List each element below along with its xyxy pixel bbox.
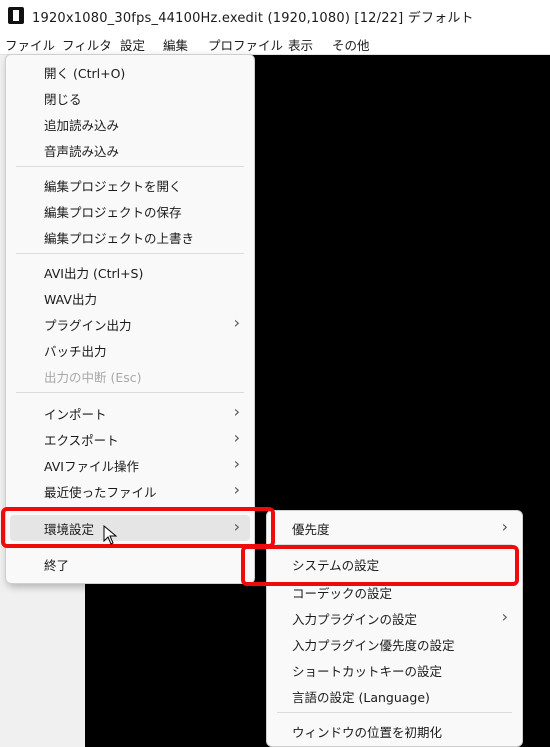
file-menu: 開く (Ctrl+O) 閉じる 追加読み込み 音声読み込み 編集プロジェクトを開… <box>5 54 255 584</box>
menu-separator <box>277 712 512 713</box>
menu-file[interactable]: ファイル <box>5 35 55 54</box>
menu-item-batch-output[interactable]: バッチ出力 <box>6 337 254 363</box>
menu-item-label: 編集プロジェクトの保存 <box>44 205 182 220</box>
menu-item-label: AVIファイル操作 <box>44 459 139 474</box>
menu-item-reset-window-position[interactable]: ウィンドウの位置を初期化 <box>267 718 522 744</box>
chevron-right-icon: › <box>233 428 240 447</box>
menu-item-save-project[interactable]: 編集プロジェクトの保存 <box>6 198 254 224</box>
menu-view[interactable]: 表示 <box>288 35 313 54</box>
menu-item-language-settings[interactable]: 言語の設定 (Language) <box>267 683 522 709</box>
chevron-right-icon: › <box>501 517 508 536</box>
menu-separator <box>16 166 244 167</box>
menu-item-label: ウィンドウの位置を初期化 <box>292 725 443 740</box>
menu-item-label: 終了 <box>44 558 70 573</box>
menu-item-open-project[interactable]: 編集プロジェクトを開く <box>6 172 254 198</box>
menu-other[interactable]: その他 <box>332 35 370 54</box>
menu-bar: ファイル フィルタ 設定 編集 プロファイル 表示 その他 <box>0 32 550 55</box>
menu-item-label: WAV出力 <box>44 292 97 307</box>
menu-item-recent-files[interactable]: 最近使ったファイル › <box>6 478 254 504</box>
menu-item-label: 出力の中断 (Esc) <box>44 370 142 385</box>
menu-settings[interactable]: 設定 <box>120 35 145 54</box>
app-icon <box>8 7 24 24</box>
menu-item-priority[interactable]: 優先度 › <box>267 515 522 541</box>
menu-item-open[interactable]: 開く (Ctrl+O) <box>6 59 254 85</box>
menu-separator <box>16 392 244 393</box>
menu-item-label: 入力プラグインの設定 <box>292 612 418 627</box>
menu-item-label: インポート <box>44 407 107 422</box>
menu-item-label: 追加読み込み <box>44 118 120 133</box>
menu-item-avi-file-ops[interactable]: AVIファイル操作 › <box>6 452 254 478</box>
menu-item-exit[interactable]: 終了 <box>6 551 254 577</box>
menu-item-label: 編集プロジェクトの上書き <box>44 231 195 246</box>
menu-item-input-plugin-priority[interactable]: 入力プラグイン優先度の設定 <box>267 631 522 657</box>
menu-item-abort-output: 出力の中断 (Esc) <box>6 363 254 389</box>
chevron-right-icon: › <box>233 402 240 421</box>
menu-profile[interactable]: プロファイル <box>208 35 283 54</box>
menu-item-wav-output[interactable]: WAV出力 <box>6 285 254 311</box>
window-title: 1920x1080_30fps_44100Hz.exedit (1920,108… <box>32 11 474 26</box>
menu-item-label: エクスポート <box>44 433 119 448</box>
chevron-right-icon: › <box>233 480 240 499</box>
menu-separator <box>16 253 244 254</box>
menu-item-label: 言語の設定 (Language) <box>292 690 430 705</box>
menu-item-label: 閉じる <box>44 92 82 107</box>
menu-item-close[interactable]: 閉じる <box>6 85 254 111</box>
menu-item-plugin-output[interactable]: プラグイン出力 › <box>6 311 254 337</box>
menu-item-import[interactable]: インポート › <box>6 400 254 426</box>
menu-item-audio-load[interactable]: 音声読み込み <box>6 137 254 163</box>
menu-item-append-load[interactable]: 追加読み込み <box>6 111 254 137</box>
chevron-right-icon: › <box>233 454 240 473</box>
chevron-right-icon: › <box>233 313 240 332</box>
title-bar: 1920x1080_30fps_44100Hz.exedit (1920,108… <box>0 0 550 30</box>
menu-item-label: バッチ出力 <box>44 344 107 359</box>
highlight-box-environment-settings <box>1 507 275 548</box>
menu-item-label: 編集プロジェクトを開く <box>44 179 182 194</box>
mouse-cursor-icon <box>103 525 118 545</box>
menu-item-shortcut-settings[interactable]: ショートカットキーの設定 <box>267 657 522 683</box>
menu-item-label: 開く (Ctrl+O) <box>44 66 126 81</box>
menu-item-input-plugin-settings[interactable]: 入力プラグインの設定 › <box>267 605 522 631</box>
menu-item-overwrite-project[interactable]: 編集プロジェクトの上書き <box>6 224 254 250</box>
menu-item-label: 入力プラグイン優先度の設定 <box>292 638 455 653</box>
menu-item-export[interactable]: エクスポート › <box>6 426 254 452</box>
menu-item-avi-output[interactable]: AVI出力 (Ctrl+S) <box>6 259 254 285</box>
highlight-box-system-settings <box>241 545 519 586</box>
chevron-right-icon: › <box>501 607 508 626</box>
menu-filter[interactable]: フィルタ <box>62 35 112 54</box>
menu-item-label: 優先度 <box>292 522 330 537</box>
menu-item-label: ショートカットキーの設定 <box>292 664 443 679</box>
menu-item-label: 最近使ったファイル <box>44 485 157 500</box>
menu-item-label: プラグイン出力 <box>44 318 132 333</box>
menu-edit[interactable]: 編集 <box>163 35 188 54</box>
menu-item-label: AVI出力 (Ctrl+S) <box>44 266 144 281</box>
menu-item-label: 音声読み込み <box>44 144 120 159</box>
